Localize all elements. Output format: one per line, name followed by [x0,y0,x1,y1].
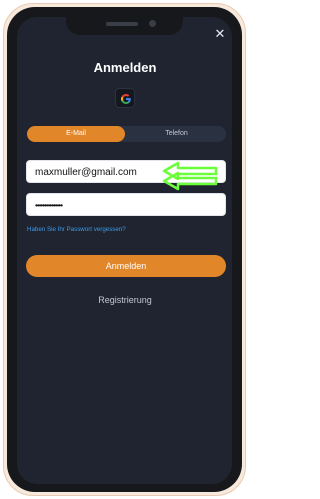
annotation-arrow-icon [162,171,218,191]
google-icon [120,94,131,105]
tab-phone[interactable]: Telefon [127,126,226,142]
tab-email[interactable]: E-Mail [27,126,125,142]
forgot-password-link[interactable]: Haben Sie Ihr Passwort vergessen? [27,225,126,234]
register-link[interactable]: Registrierung [60,294,190,306]
speaker-grille [106,22,138,26]
login-button[interactable]: Anmelden [26,255,226,277]
login-method-tabs: E-Mail Telefon [27,126,226,142]
camera-dot [149,20,156,27]
phone-notch [66,13,183,35]
close-icon[interactable]: ✕ [213,27,227,41]
page-title: Anmelden [93,60,157,75]
google-login-button[interactable] [115,88,135,108]
